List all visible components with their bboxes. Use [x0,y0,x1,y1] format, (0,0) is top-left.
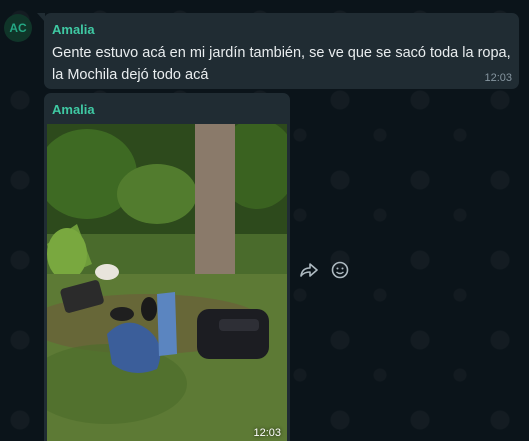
photo-garden-scene [47,124,287,441]
message-text: Gente estuvo acá en mi jardín también, s… [52,45,511,83]
forward-button[interactable] [298,259,320,281]
message-photo[interactable]: 12:03 [47,124,287,441]
forward-icon [300,263,318,277]
emoji-icon [331,261,349,279]
message-time: 12:03 [484,72,512,84]
sender-name[interactable]: Amalia [52,22,95,37]
bubble-tail [37,13,45,22]
sender-name[interactable]: Amalia [52,102,95,117]
message-bubble[interactable]: Amalia Gente estuvo acá en mi jardín tam… [37,13,519,89]
react-button[interactable] [329,259,351,281]
image-message-bubble[interactable]: Amalia 12:03 [44,93,290,441]
photo-time: 12:03 [253,427,281,439]
avatar-initials: AC [9,21,27,35]
avatar[interactable]: AC [4,14,32,42]
